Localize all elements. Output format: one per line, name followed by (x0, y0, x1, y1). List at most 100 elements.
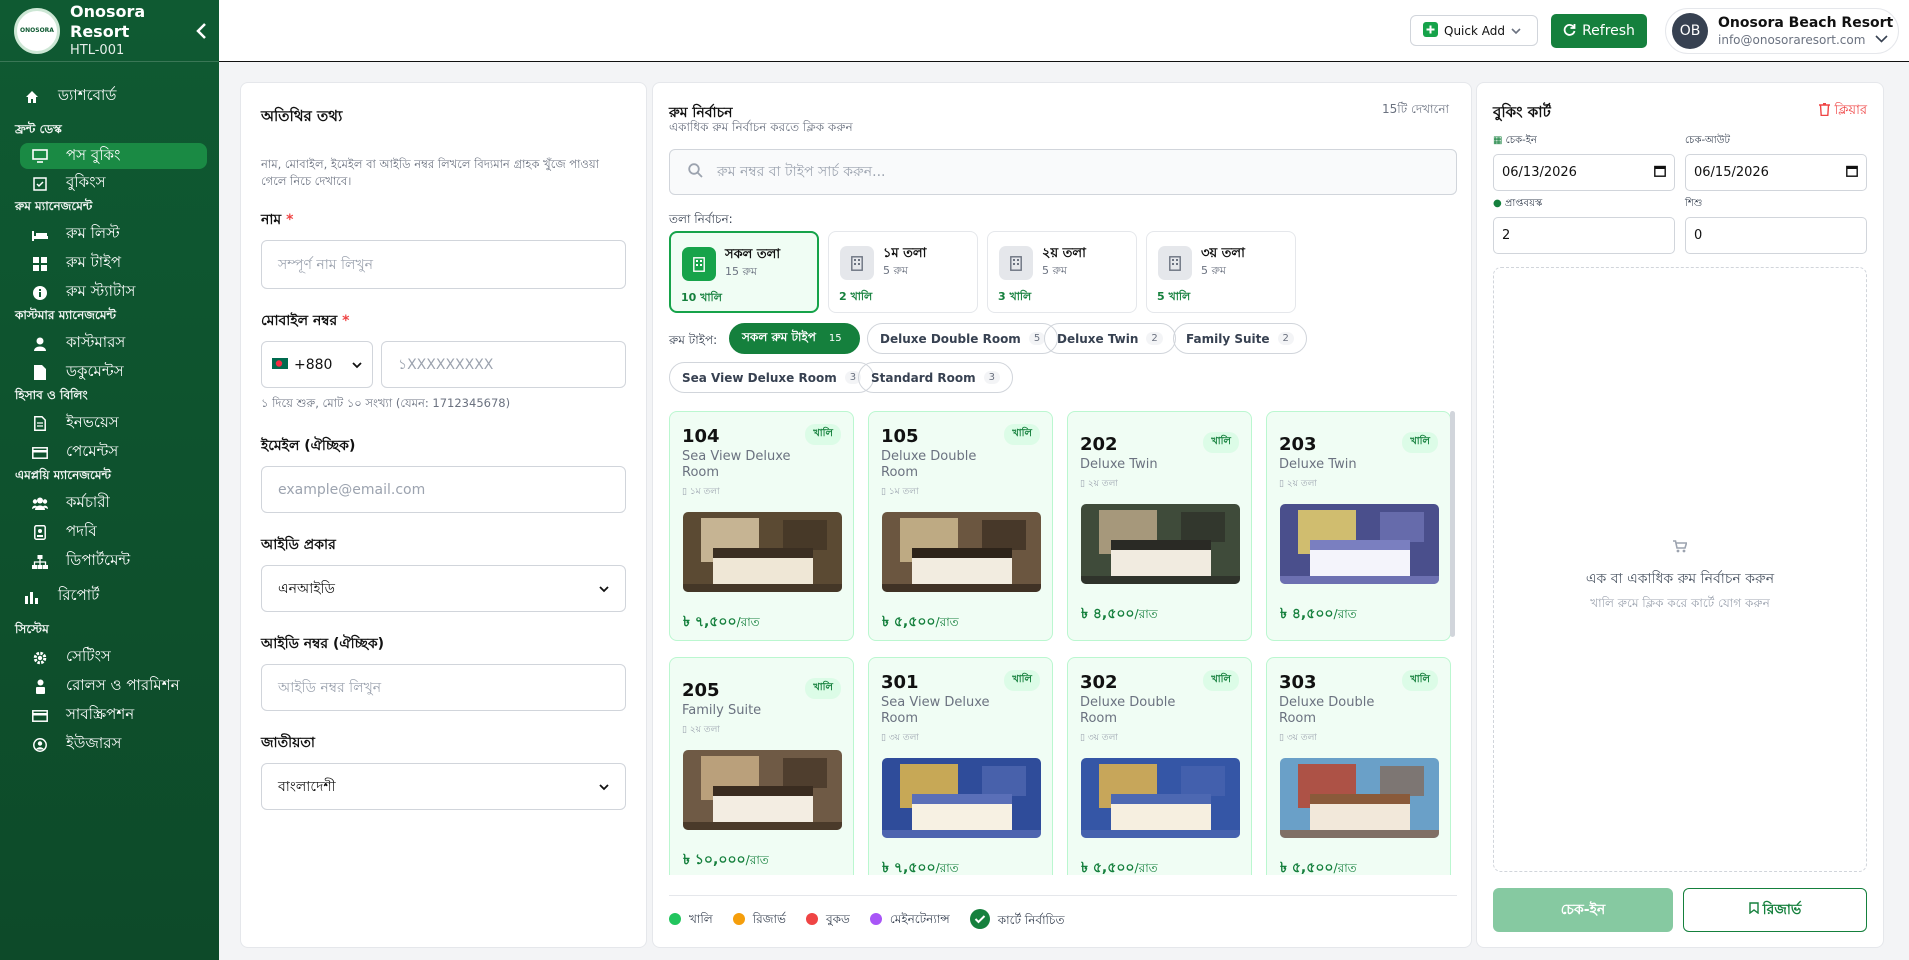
quick-add-button[interactable]: Quick Add (1410, 15, 1538, 46)
section-system: সিস্টেম (15, 622, 49, 636)
sidebar-item-department[interactable]: ডিপার্টমেন্ট (0, 547, 219, 576)
sidebar-item-customers[interactable]: কাস্টমারস (0, 329, 219, 358)
cart-empty-subtitle: খালি রুমে ক্লিক করে কার্টে যোগ করুন (1590, 596, 1770, 610)
adults-input[interactable]: 2 (1493, 217, 1675, 254)
room-floor-text: ▯ ১ম তলা (881, 487, 919, 497)
sidebar-item-pos-booking[interactable]: পস বুকিং (20, 143, 207, 169)
calendar-check-icon (32, 176, 48, 192)
reserve-button[interactable]: রিজার্ভ (1683, 888, 1867, 932)
sidebar-item-bookings[interactable]: বুকিংস (0, 169, 219, 198)
id-type-select[interactable]: এনআইডি (261, 565, 626, 612)
mobile-input[interactable]: ১XXXXXXXXX (381, 341, 626, 388)
sidebar-item-subscription[interactable]: সাবস্ক্রিপশন (0, 701, 219, 730)
chevron-down-icon (352, 357, 362, 373)
chevron-down-icon (599, 779, 609, 795)
booking-cart-panel: বুকিং কার্ট ক্লিয়ার ▦ চেক-ইন 06/13/2026… (1476, 82, 1884, 948)
room-photo (1280, 758, 1439, 838)
legend-label: বুকড (825, 911, 850, 926)
sidebar-item-room-status[interactable]: রুম স্ট্যাটাস (0, 278, 219, 307)
legend-item: মেইনটেন্যান্স (869, 911, 950, 931)
email-input[interactable]: example@email.com (261, 466, 626, 513)
calendar-icon: ▦ (1493, 135, 1503, 146)
sidebar-item-roles-permissions[interactable]: রোলস ও পারমিশন (0, 672, 219, 701)
per-night-label: /রাত (935, 615, 959, 629)
room-card[interactable]: 203 খালি Deluxe Twin ▯ ২য় তলা ৳ ৪,৫০০/রাত (1266, 411, 1451, 641)
country-code-select[interactable]: +880 (261, 341, 373, 388)
nationality-label: জাতীয়তা (261, 735, 315, 751)
mobile-label: মোবাইল নম্বর * (261, 313, 350, 329)
room-price: ৳ ৫,৫০০/রাত (1280, 860, 1357, 875)
sitemap-icon (32, 554, 48, 570)
name-label: নাম * (261, 212, 294, 228)
per-night-label: /রাত (935, 861, 959, 875)
section-front-desk: ফ্রন্ট ডেস্ক (15, 122, 62, 136)
room-card[interactable]: 302 খালি Deluxe Double Room ▯ ৩য় তলা ৳ ৫,৫০… (1067, 657, 1252, 875)
room-type-text: Deluxe Twin (1279, 457, 1357, 472)
trash-icon (1818, 102, 1830, 120)
section-employee-management: এমপ্লয়ি ম্যানেজমেন্ট (15, 468, 111, 482)
lock-user-icon (32, 679, 48, 695)
adults-label: ● প্রাপ্তবয়স্ক (1493, 198, 1543, 209)
calendar-icon (1654, 165, 1666, 181)
id-number-input[interactable]: আইডি নম্বর লিখুন (261, 664, 626, 711)
room-status-badge: খালি (1402, 432, 1438, 453)
sidebar-item-invoice[interactable]: ইনভয়েস (0, 409, 219, 438)
room-grid-scrollbar[interactable] (1450, 411, 1455, 637)
legend-item: বুকড (805, 911, 850, 931)
checkin-date-input[interactable]: 06/13/2026 (1493, 154, 1675, 191)
sidebar-item-dashboard[interactable]: ড্যাশবোর্ড (0, 82, 219, 111)
building-icon: ▯ (881, 733, 886, 743)
room-photo (1280, 504, 1439, 584)
room-floor-text: ▯ ৩য় তলা (881, 733, 919, 743)
room-floor-text: ▯ ৩য় তলা (1080, 733, 1118, 743)
sidebar-item-payments[interactable]: পেমেন্টস (0, 438, 219, 467)
refresh-button[interactable]: Refresh (1551, 14, 1647, 48)
sidebar-item-employees[interactable]: কর্মচারী (0, 489, 219, 518)
room-price: ৳ ১০,০০০/রাত (683, 852, 769, 868)
guest-info-title: অতিথির তথ্য (261, 107, 343, 125)
guest-search-hint: নাম, মোবাইল, ইমেইল বা আইডি নম্বর লিখলে ব… (261, 157, 599, 188)
divider (669, 895, 1457, 896)
user-menu[interactable]: OB Onosora Beach Resort info@onosorareso… (1665, 8, 1899, 54)
sidebar-item-users[interactable]: ইউজারস (0, 730, 219, 759)
info-icon (32, 285, 48, 301)
room-card[interactable]: 303 খালি Deluxe Double Room ▯ ৩য় তলা ৳ ৫,৫০… (1266, 657, 1451, 875)
mobile-hint: ১ দিয়ে শুরু, মোট ১০ সংখ্যা (যেমন: 17123… (261, 396, 511, 410)
building-icon: ▯ (881, 487, 886, 497)
chevron-left-icon[interactable] (195, 22, 209, 40)
room-card[interactable]: 301 খালি Sea View Deluxe Room ▯ ৩য় তলা ৳ ৭,… (868, 657, 1053, 875)
brand-name: Onosora Resort (70, 1, 146, 41)
clear-cart-button[interactable]: ক্লিয়ার (1818, 101, 1867, 122)
invoice-icon (32, 416, 48, 432)
id-type-label: আইডি প্রকার (261, 537, 336, 553)
nationality-select[interactable]: বাংলাদেশী (261, 763, 626, 810)
room-price: ৳ ৫,৫০০/রাত (882, 614, 959, 630)
section-accounts-billing: হিসাব ও বিলিং (15, 388, 88, 402)
checkout-date-input[interactable]: 06/15/2026 (1685, 154, 1867, 191)
children-input[interactable]: 0 (1685, 217, 1867, 254)
room-card[interactable]: 205 খালি Family Suite ▯ ২য় তলা ৳ ১০,০০০/রাত (669, 657, 854, 875)
user-circle-icon (32, 737, 48, 753)
room-card[interactable]: 105 খালি Deluxe Double Room ▯ ১ম তলা ৳ ৫,৫০০… (868, 411, 1053, 641)
id-number-label: আইডি নম্বর (ঐচ্ছিক) (261, 636, 385, 652)
room-card[interactable]: 104 খালি Sea View Deluxe Room ▯ ১ম তলা ৳ ৭,৫… (669, 411, 854, 641)
legend-dot (805, 913, 818, 925)
sidebar-item-report[interactable]: রিপোর্ট (0, 582, 219, 611)
room-status-badge: খালি (805, 678, 841, 699)
checkin-button[interactable]: চেক-ইন (1493, 888, 1673, 932)
sidebar-item-settings[interactable]: সেটিংস (0, 643, 219, 672)
building-icon: ▯ (1080, 479, 1085, 489)
per-night-label: /রাত (1333, 861, 1357, 875)
room-price: ৳ ৪,৫০০/রাত (1081, 606, 1158, 622)
sidebar-item-room-list[interactable]: রুম লিস্ট (0, 220, 219, 249)
sidebar-item-documents[interactable]: ডকুমেন্টস (0, 358, 219, 387)
plus-square-icon (1423, 21, 1438, 40)
avatar: OB (1672, 13, 1708, 49)
name-input[interactable]: সম্পূর্ণ নাম লিখুন (261, 240, 626, 289)
sidebar-item-room-type[interactable]: রুম টাইপ (0, 249, 219, 278)
room-card[interactable]: 202 খালি Deluxe Twin ▯ ২য় তলা ৳ ৪,৫০০/রাত (1067, 411, 1252, 641)
sidebar-item-designation[interactable]: পদবি (0, 518, 219, 547)
room-photo (683, 750, 842, 830)
chevron-down-icon (1511, 24, 1521, 38)
building-icon: ▯ (682, 487, 687, 497)
